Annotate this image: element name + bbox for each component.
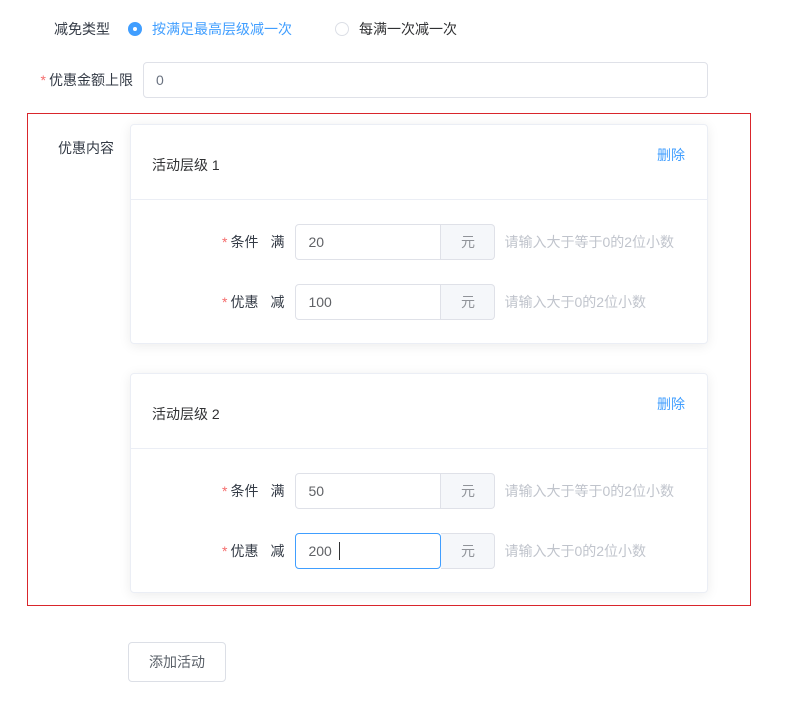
radio-every-time[interactable]: 每满一次减一次	[335, 19, 457, 39]
discount-limit-row: *优惠金额上限	[0, 62, 708, 98]
tier-2-delete-link[interactable]: 删除	[657, 394, 685, 414]
yuan-unit-suffix: 元	[441, 533, 495, 569]
discount-hint-text: 请输入大于0的2位小数	[504, 541, 646, 561]
radio-highest-tier-once-label[interactable]: 按满足最高层级减一次	[152, 19, 292, 39]
yuan-unit-suffix: 元	[441, 224, 495, 260]
reduction-type-row: 减免类型 按满足最高层级减一次 每满一次减一次	[0, 19, 457, 39]
condition-hint-text: 请输入大于等于0的2位小数	[504, 232, 674, 252]
text-caret	[339, 542, 340, 560]
tier-card-2-header: 活动层级 2 删除	[131, 374, 707, 449]
discount-label: *优惠	[222, 541, 258, 561]
discount-limit-input[interactable]	[143, 62, 708, 98]
radio-unselected-icon[interactable]	[335, 22, 349, 36]
condition-input-wrap	[295, 473, 441, 509]
condition-verb: 满	[270, 232, 284, 252]
tier-2-discount-input[interactable]	[295, 533, 441, 569]
required-asterisk: *	[222, 294, 227, 310]
discount-input-wrap	[295, 284, 441, 320]
required-asterisk: *	[41, 72, 46, 88]
yuan-unit-suffix: 元	[441, 473, 495, 509]
discount-input-group: 元	[295, 284, 495, 320]
condition-verb: 满	[270, 481, 284, 501]
condition-label-text: 条件	[230, 483, 258, 499]
reduction-type-label: 减免类型	[0, 19, 110, 39]
tier-1-condition-input[interactable]	[295, 224, 441, 260]
discount-content-label: 优惠内容	[28, 138, 114, 158]
radio-every-time-label[interactable]: 每满一次减一次	[359, 19, 457, 39]
condition-input-wrap	[295, 224, 441, 260]
tier-2-discount-row: *优惠 减 元 请输入大于0的2位小数	[131, 533, 707, 569]
tier-card-1: 活动层级 1 删除 *条件 满 元 请输入大于等于0的2位小数 *优惠 减	[130, 124, 708, 344]
tier-1-discount-input[interactable]	[295, 284, 441, 320]
discount-input-wrap-focused	[295, 533, 441, 569]
tier-2-title: 活动层级 2	[152, 404, 220, 424]
condition-label-text: 条件	[230, 234, 258, 250]
discount-verb: 减	[270, 541, 284, 561]
radio-highest-tier-once[interactable]: 按满足最高层级减一次	[128, 19, 292, 39]
add-activity-button[interactable]: 添加活动	[128, 642, 226, 682]
discount-limit-label: *优惠金额上限	[0, 70, 133, 90]
condition-label: *条件	[222, 481, 258, 501]
discount-content-section: 优惠内容 活动层级 1 删除 *条件 满 元 请输入大于等于0的2位小数	[27, 113, 751, 606]
condition-input-group: 元	[295, 473, 495, 509]
tier-1-title: 活动层级 1	[152, 155, 220, 175]
tier-1-condition-row: *条件 满 元 请输入大于等于0的2位小数	[131, 224, 707, 260]
condition-hint-text: 请输入大于等于0的2位小数	[504, 481, 674, 501]
discount-label: *优惠	[222, 292, 258, 312]
discount-limit-label-text: 优惠金额上限	[49, 72, 133, 88]
required-asterisk: *	[222, 543, 227, 559]
required-asterisk: *	[222, 234, 227, 250]
promotion-form: 减免类型 按满足最高层级减一次 每满一次减一次 *优惠金额上限 优惠内容 活动层…	[0, 0, 812, 703]
radio-selected-icon[interactable]	[128, 22, 142, 36]
condition-input-group: 元	[295, 224, 495, 260]
tier-card-2: 活动层级 2 删除 *条件 满 元 请输入大于等于0的2位小数 *优惠 减	[130, 373, 708, 593]
required-asterisk: *	[222, 483, 227, 499]
tier-1-discount-row: *优惠 减 元 请输入大于0的2位小数	[131, 284, 707, 320]
discount-label-text: 优惠	[230, 543, 258, 559]
discount-hint-text: 请输入大于0的2位小数	[504, 292, 646, 312]
tier-2-condition-input[interactable]	[295, 473, 441, 509]
discount-verb: 减	[270, 292, 284, 312]
discount-input-group: 元	[295, 533, 495, 569]
tier-card-1-header: 活动层级 1 删除	[131, 125, 707, 200]
tier-2-condition-row: *条件 满 元 请输入大于等于0的2位小数	[131, 473, 707, 509]
tier-1-delete-link[interactable]: 删除	[657, 145, 685, 165]
yuan-unit-suffix: 元	[441, 284, 495, 320]
discount-label-text: 优惠	[230, 294, 258, 310]
condition-label: *条件	[222, 232, 258, 252]
